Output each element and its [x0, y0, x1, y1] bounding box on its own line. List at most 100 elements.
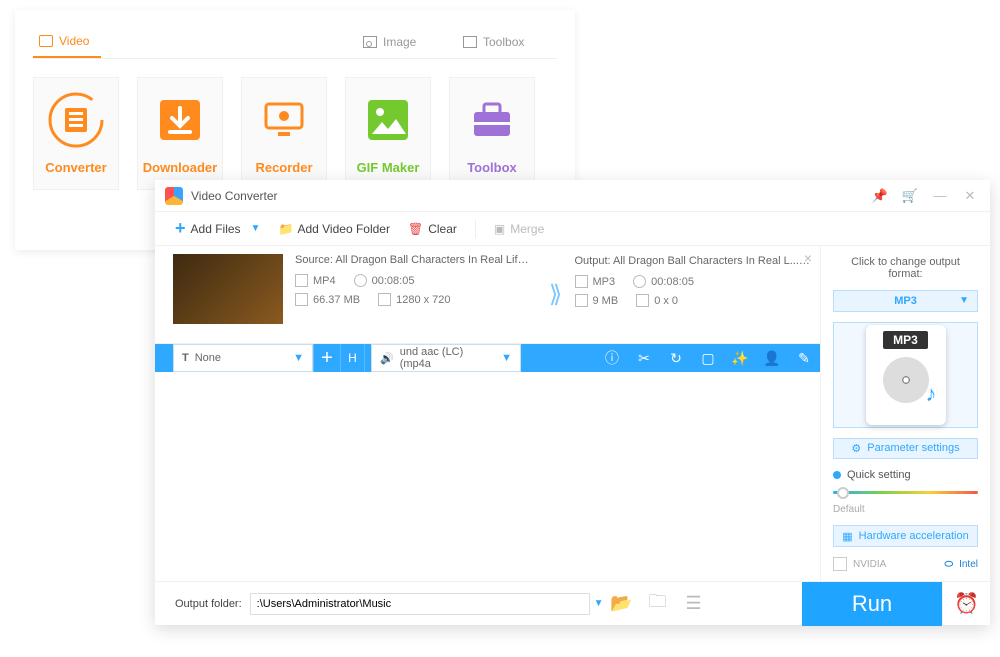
add-subtitle-button[interactable]: + — [313, 344, 341, 372]
minimize-button[interactable]: — — [930, 186, 950, 206]
tab-video[interactable]: Video — [33, 28, 101, 58]
main-toolbar: +Add Files ▼ 📁Add Video Folder 🗑Clear ▣M… — [155, 212, 990, 246]
run-button[interactable]: Run — [802, 582, 942, 626]
slider-default-label: Default — [833, 504, 978, 515]
quick-label: Quick setting — [847, 469, 911, 481]
clock-icon — [633, 275, 646, 288]
effects-tool[interactable]: ✨ — [724, 344, 756, 372]
tile-converter-label: Converter — [45, 160, 106, 175]
tab-toolbox-label: Toolbox — [483, 35, 524, 49]
tile-converter[interactable]: Converter — [33, 77, 119, 190]
tab-image-label: Image — [383, 35, 416, 49]
tab-image[interactable]: Image — [357, 28, 457, 58]
add-files-button[interactable]: +Add Files — [175, 218, 241, 239]
tab-toolbox[interactable]: Toolbox — [457, 28, 557, 58]
app-logo-icon — [165, 187, 183, 205]
clear-button[interactable]: 🗑Clear — [408, 222, 457, 236]
source-resolution: 1280 x 720 — [396, 294, 450, 306]
enhance-tool[interactable]: ✎ — [788, 344, 820, 372]
edit-toolbar: TNone▼ + H 🔊und aac (LC) (mp4a▼ ⓘ ✂ ↻ ▢ … — [155, 344, 820, 372]
cut-tool[interactable]: ✂ — [628, 344, 660, 372]
separator — [475, 220, 476, 238]
watermark-tool[interactable]: 👤 — [756, 344, 788, 372]
tile-gif-label: GIF Maker — [357, 160, 420, 175]
process-arrow: ⟫ — [541, 246, 571, 343]
dot-icon — [833, 471, 841, 479]
app-title: Video Converter — [191, 189, 870, 203]
tile-gifmaker[interactable]: GIF Maker — [345, 77, 431, 190]
parameter-settings-button[interactable]: ⚙Parameter settings — [833, 438, 978, 460]
folder-plus-icon: 📁 — [278, 222, 292, 236]
format-icon — [295, 274, 308, 287]
pin-icon[interactable]: 📌 — [870, 186, 890, 206]
info-tool[interactable]: ⓘ — [596, 344, 628, 372]
add-files-dropdown[interactable]: ▼ — [251, 223, 261, 234]
slider-thumb[interactable] — [837, 487, 849, 499]
hw-vendors: NVIDIA ⬭Intel — [833, 557, 978, 571]
speaker-icon: 🔊 — [380, 352, 394, 365]
format-icon — [575, 275, 588, 288]
browse-button[interactable]: 🗀 — [640, 589, 676, 619]
h-button[interactable]: H — [341, 344, 365, 372]
side-panel: Click to change output format: MP3▼ MP3 … — [820, 246, 990, 581]
hardware-accel-button[interactable]: ▦Hardware acceleration — [833, 525, 978, 547]
source-size: 66.37 MB — [313, 294, 360, 306]
run-label: Run — [852, 591, 892, 617]
output-title: Output: All Dragon Ball Characters In Re… — [575, 254, 811, 267]
tile-toolbox-label: Toolbox — [467, 160, 517, 175]
disc-icon: ♪ — [883, 357, 929, 403]
output-folder-input[interactable] — [250, 593, 590, 615]
quality-slider[interactable] — [833, 491, 978, 494]
size-icon — [575, 294, 588, 307]
merge-button[interactable]: ▣Merge — [494, 222, 544, 236]
download-icon — [152, 92, 208, 148]
merge-label: Merge — [510, 222, 544, 236]
output-folder-caret[interactable]: ▼ — [594, 598, 604, 609]
output-format: MP3 — [593, 276, 616, 288]
mp3-preview-icon: MP3 ♪ — [866, 325, 946, 425]
subtitle-value: None — [195, 352, 221, 364]
sliders-icon: ⚙ — [851, 442, 861, 455]
schedule-button[interactable]: ⏰ — [942, 582, 990, 626]
add-folder-button[interactable]: 📁Add Video Folder — [278, 222, 390, 236]
tab-video-label: Video — [59, 34, 89, 48]
format-dropdown[interactable]: MP3▼ — [833, 290, 978, 312]
rotate-tool[interactable]: ↻ — [660, 344, 692, 372]
tile-recorder[interactable]: Recorder — [241, 77, 327, 190]
list-button[interactable]: ☰ — [676, 593, 712, 614]
audio-dropdown[interactable]: 🔊und aac (LC) (mp4a▼ — [371, 344, 521, 372]
caret-icon: ▼ — [959, 295, 969, 306]
source-column: Source: All Dragon Ball Characters In Re… — [291, 246, 541, 343]
output-duration: 00:08:05 — [651, 276, 694, 288]
crop-tool[interactable]: ▢ — [692, 344, 724, 372]
size-icon — [295, 293, 308, 306]
quick-setting-header: Quick setting — [833, 469, 978, 481]
file-item: × Source: All Dragon Ball Characters In … — [155, 246, 820, 344]
video-icon — [39, 35, 53, 47]
chip-icon: ▦ — [842, 530, 852, 543]
converter-icon — [48, 92, 104, 148]
plus-icon: + — [175, 218, 186, 239]
intel-icon: ⬭ — [945, 559, 954, 570]
toolbox-icon — [463, 36, 477, 48]
resolution-icon — [378, 293, 391, 306]
empty-area — [155, 372, 820, 581]
mp3-tag: MP3 — [883, 331, 928, 349]
clock-icon — [354, 274, 367, 287]
side-header: Click to change output format: — [833, 256, 978, 280]
output-folder-label: Output folder: — [175, 598, 242, 610]
briefcase-icon — [464, 92, 520, 148]
subtitle-dropdown[interactable]: TNone▼ — [173, 344, 313, 372]
tile-downloader[interactable]: Downloader — [137, 77, 223, 190]
home-tiles: Converter Downloader Recorder GIF Maker … — [33, 77, 557, 190]
arrow-icon: ⟫ — [549, 280, 562, 309]
item-close-button[interactable]: × — [804, 250, 812, 266]
clear-label: Clear — [428, 222, 457, 236]
tile-toolbox[interactable]: Toolbox — [449, 77, 535, 190]
bottom-bar: Output folder: ▼ 📂 🗀 ☰ Run ⏰ — [155, 581, 990, 625]
cart-icon[interactable]: 🛒 — [900, 186, 920, 206]
close-button[interactable]: ✕ — [960, 186, 980, 206]
video-thumbnail[interactable] — [173, 254, 283, 324]
open-folder-button[interactable]: 📂 — [604, 593, 640, 614]
format-preview[interactable]: MP3 ♪ — [833, 322, 978, 428]
